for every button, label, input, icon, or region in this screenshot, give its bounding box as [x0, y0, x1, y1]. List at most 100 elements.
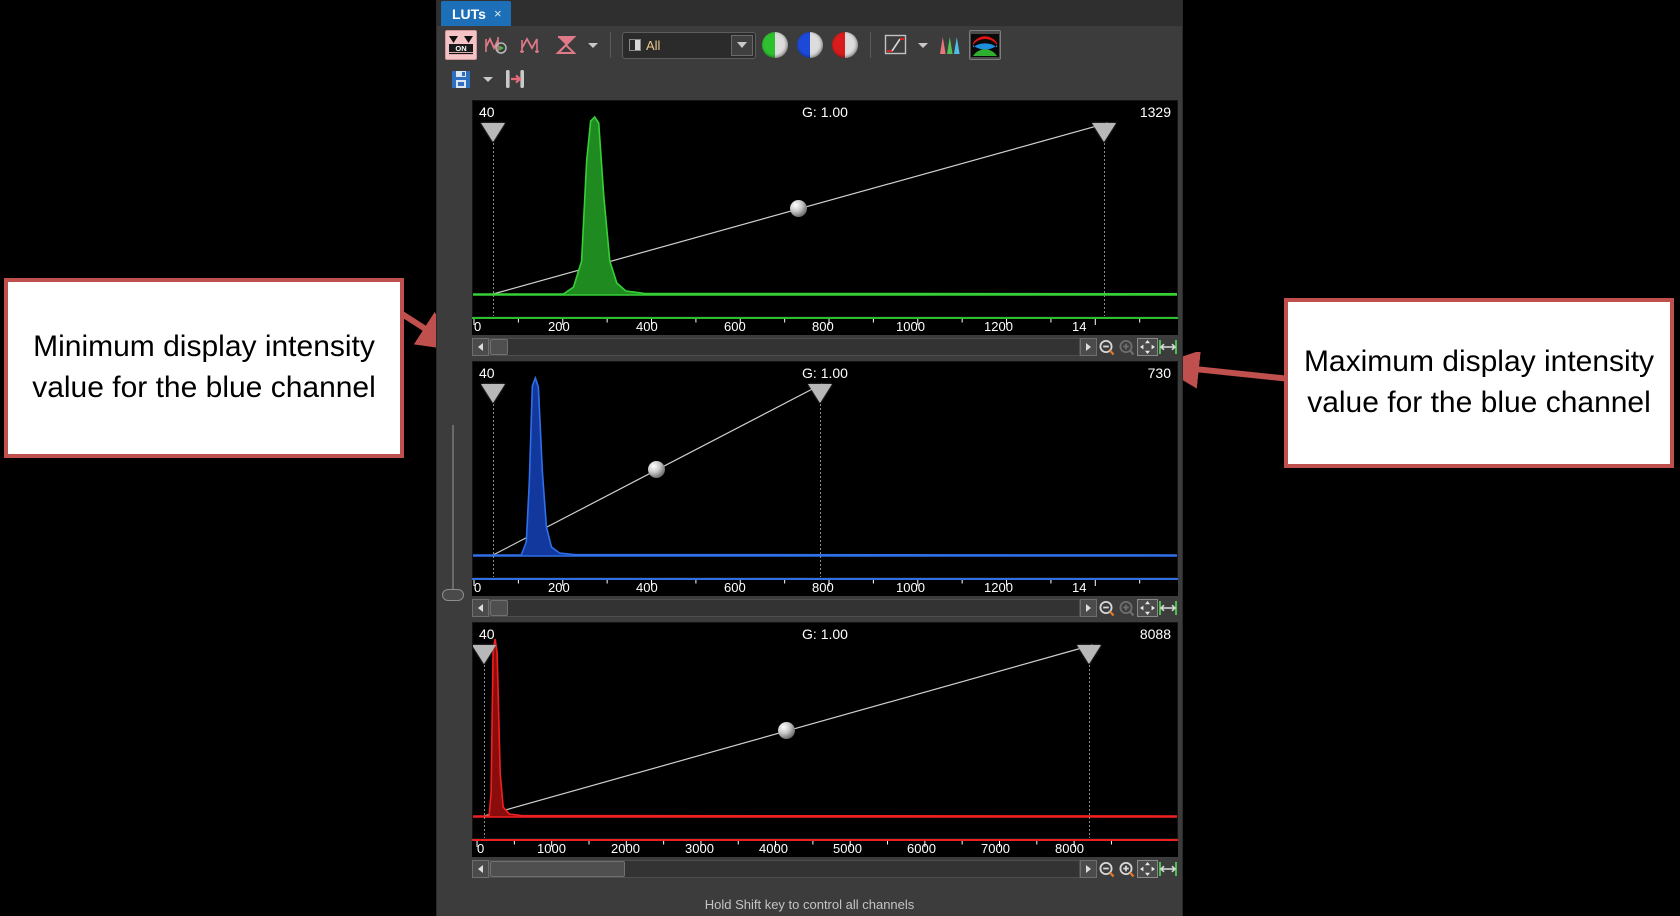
save-lut-icon [452, 71, 470, 88]
channel-select-arrow-icon[interactable] [731, 34, 753, 56]
composite-lut-icon [971, 33, 999, 57]
red-tick-8000: 8000 [1055, 841, 1084, 856]
smooth-histogram-icon [485, 36, 507, 54]
reset-histogram-button[interactable] [515, 30, 547, 60]
vertical-slider-handle[interactable] [442, 589, 464, 601]
green-tick-400: 400 [636, 319, 658, 334]
blue-fit-all-button[interactable] [1137, 599, 1158, 617]
red-zoom-in-button[interactable] [1117, 860, 1137, 878]
red-histogram-curve [473, 638, 1177, 818]
tab-luts[interactable]: LUTs × [441, 1, 511, 26]
save-lut-button[interactable] [445, 64, 477, 94]
zoom-out-icon [1099, 600, 1115, 616]
channel-select[interactable]: All [622, 31, 756, 59]
red-min-handle[interactable] [473, 645, 496, 664]
smooth-histogram-button[interactable] [480, 30, 512, 60]
blue-half-circle-icon [797, 32, 823, 58]
blue-gamma-knob[interactable] [648, 461, 665, 478]
blue-max-guide [820, 384, 821, 577]
red-tick-4000: 4000 [759, 841, 788, 856]
callout-maximum-text: Maximum display intensity value for the … [1303, 345, 1655, 419]
lut-curve-button[interactable] [880, 30, 912, 60]
red-max-handle[interactable] [1077, 645, 1101, 664]
red-scroll-track[interactable] [489, 860, 1080, 878]
blue-min-handle[interactable] [481, 384, 505, 403]
blue-scroll-thumb[interactable] [490, 600, 508, 616]
red-fit-width-button[interactable] [1158, 860, 1178, 878]
red-scroll-right-button[interactable] [1080, 860, 1097, 878]
toolbar: ON All [437, 26, 1182, 96]
blue-scroll-right-button[interactable] [1080, 599, 1097, 617]
blue-tick-200: 200 [548, 580, 570, 595]
fit-all-icon [1140, 340, 1155, 354]
green-channel-panel: 40 G: 1.00 1329 0 200 400 600 800 1000 1… [437, 96, 1182, 357]
blue-control-bar [472, 598, 1178, 618]
lut-curve-caret[interactable] [915, 30, 931, 60]
lut-options-caret[interactable] [585, 30, 601, 60]
red-zoom-out-button[interactable] [1097, 860, 1117, 878]
zoom-in-icon [1119, 600, 1135, 616]
auto-lut-toggle-button[interactable]: ON [445, 30, 477, 60]
red-tick-6000: 6000 [907, 841, 936, 856]
green-scroll-left-button[interactable] [472, 338, 489, 356]
save-lut-caret[interactable] [480, 64, 496, 94]
green-gamma-knob[interactable] [790, 200, 807, 217]
toolbar-separator-1 [610, 32, 611, 58]
luts-window: LUTs × ON All 40 G: 1.00 1329 0 200 400 … [436, 0, 1183, 916]
panel3-side-gutter [445, 618, 472, 893]
red-scroll-thumb[interactable] [490, 861, 626, 877]
blue-fit-width-button[interactable] [1158, 599, 1178, 617]
invert-lut-button[interactable] [550, 30, 582, 60]
blue-max-handle[interactable] [808, 384, 832, 403]
green-channel-button[interactable] [759, 30, 791, 60]
green-scroll-thumb[interactable] [490, 339, 508, 355]
green-tick-1200: 1200 [984, 319, 1013, 334]
green-zoom-in-button[interactable] [1117, 338, 1137, 356]
red-channel-panel: 40 G: 1.00 8088 0 1000 2000 3000 4000 50… [437, 618, 1182, 893]
rgb-histogram-icon [940, 37, 960, 54]
green-tick-800: 800 [812, 319, 834, 334]
rgb-histogram-button[interactable] [934, 30, 966, 60]
blue-channel-button[interactable] [794, 30, 826, 60]
green-tick-0: 0 [474, 319, 482, 334]
tab-close-icon[interactable]: × [494, 6, 502, 21]
apply-lut-button[interactable] [499, 64, 531, 94]
red-scroll-left-button[interactable] [472, 860, 489, 878]
red-tick-0: 0 [477, 841, 485, 856]
red-max-guide [1089, 645, 1090, 838]
green-scroll-right-button[interactable] [1080, 338, 1097, 356]
blue-histogram-plot[interactable]: 40 G: 1.00 730 [472, 361, 1178, 578]
blue-zoom-out-button[interactable] [1097, 599, 1117, 617]
vertical-slider-rail [452, 425, 454, 595]
red-axis: 0 1000 2000 3000 4000 5000 6000 7000 800… [472, 839, 1178, 857]
blue-scroll-track[interactable] [489, 599, 1080, 617]
blue-tick-800: 800 [812, 580, 834, 595]
green-tick-200: 200 [548, 319, 570, 334]
green-zoom-out-button[interactable] [1097, 338, 1117, 356]
green-fit-all-button[interactable] [1137, 338, 1158, 356]
green-fit-width-button[interactable] [1158, 338, 1178, 356]
red-tick-2000: 2000 [611, 841, 640, 856]
blue-zoom-in-button[interactable] [1117, 599, 1137, 617]
callout-minimum: Minimum display intensity value for the … [4, 278, 404, 458]
green-histogram-plot[interactable]: 40 G: 1.00 1329 [472, 100, 1178, 317]
reset-histogram-icon [520, 37, 539, 53]
red-fit-all-button[interactable] [1137, 860, 1158, 878]
green-max-guide [1104, 123, 1105, 316]
red-gamma-knob[interactable] [778, 722, 795, 739]
grayscale-swatch-icon [629, 39, 641, 51]
fit-all-icon [1140, 862, 1155, 876]
green-min-handle[interactable] [481, 123, 505, 142]
red-channel-button[interactable] [829, 30, 861, 60]
invert-lut-icon [555, 36, 577, 54]
red-histogram-plot[interactable]: 40 G: 1.00 8088 [472, 622, 1178, 839]
panel-vertical-slider[interactable] [442, 425, 464, 601]
green-control-bar [472, 337, 1178, 357]
red-tick-5000: 5000 [833, 841, 862, 856]
blue-scroll-left-button[interactable] [472, 599, 489, 617]
green-max-handle[interactable] [1092, 123, 1116, 142]
green-scroll-track[interactable] [489, 338, 1080, 356]
blue-tick-1200: 1200 [984, 580, 1013, 595]
composite-lut-button[interactable] [969, 30, 1001, 60]
panel1-side-gutter [445, 96, 472, 357]
